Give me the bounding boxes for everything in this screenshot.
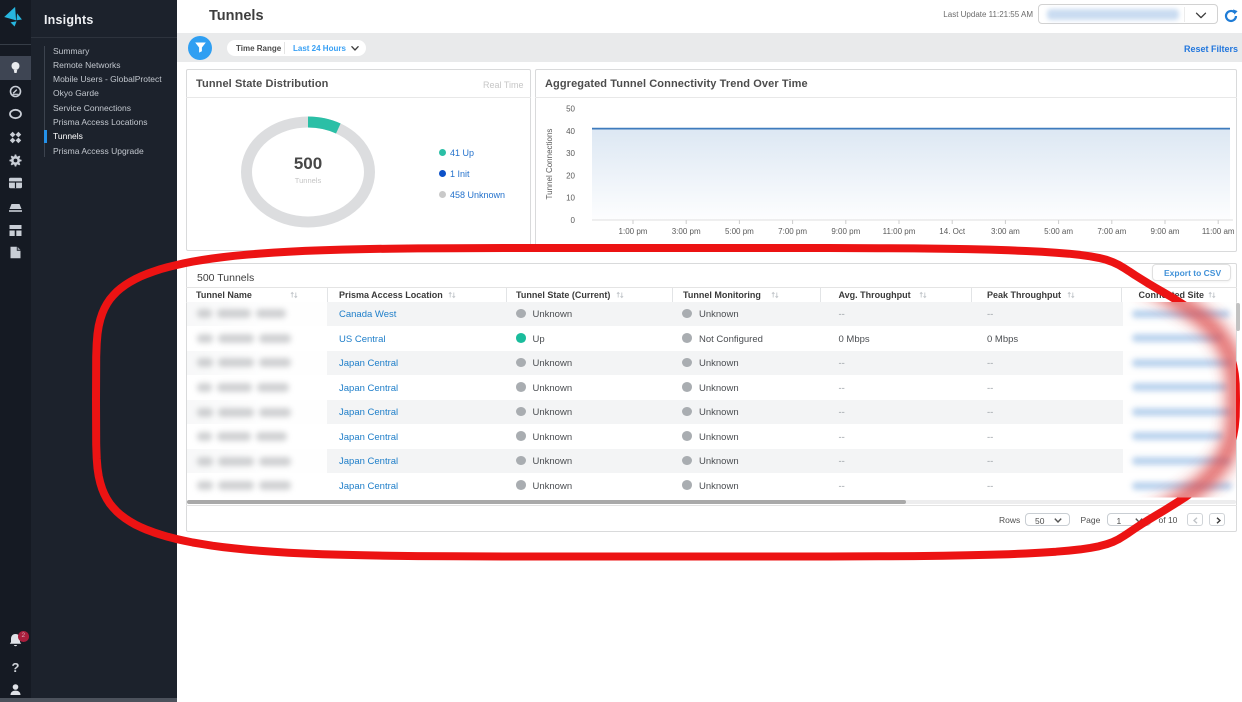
svg-text:3:00 am: 3:00 am (991, 227, 1020, 236)
svg-text:40: 40 (566, 127, 575, 136)
svg-text:1:00 pm: 1:00 pm (619, 227, 648, 236)
svg-text:7:00 am: 7:00 am (1097, 227, 1126, 236)
svg-text:5:00 am: 5:00 am (1044, 227, 1073, 236)
svg-text:11:00 pm: 11:00 pm (883, 227, 916, 236)
svg-text:9:00 am: 9:00 am (1151, 227, 1180, 236)
svg-text:20: 20 (566, 171, 575, 180)
svg-text:14. Oct: 14. Oct (939, 227, 966, 236)
svg-text:3:00 pm: 3:00 pm (672, 227, 701, 236)
svg-text:0: 0 (571, 216, 576, 225)
svg-text:5:00 pm: 5:00 pm (725, 227, 754, 236)
svg-text:7:00 pm: 7:00 pm (778, 227, 807, 236)
svg-text:9:00 pm: 9:00 pm (831, 227, 860, 236)
svg-text:30: 30 (566, 149, 575, 158)
svg-text:50: 50 (566, 105, 575, 114)
svg-text:10: 10 (566, 194, 575, 203)
svg-text:Tunnel Connections: Tunnel Connections (545, 129, 554, 200)
svg-text:11:00 am: 11:00 am (1202, 227, 1235, 236)
